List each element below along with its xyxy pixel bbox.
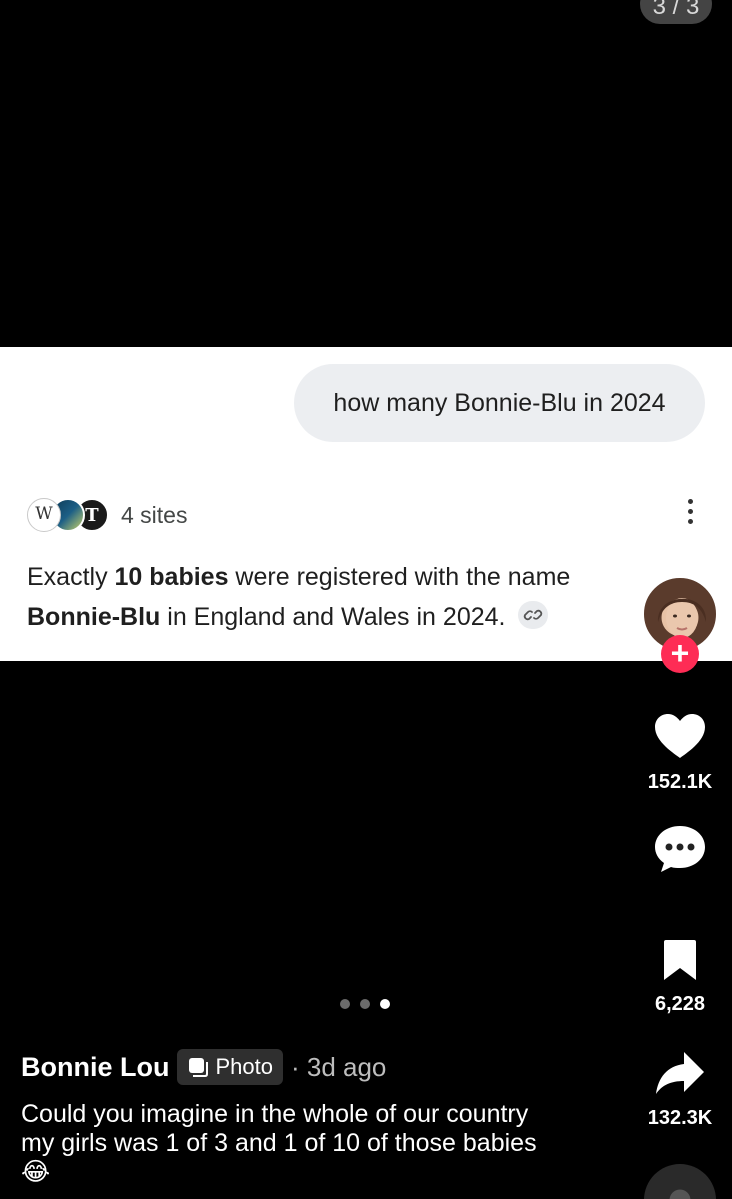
save-count: 6,228 bbox=[654, 993, 706, 1015]
photo-icon bbox=[189, 1058, 209, 1077]
answer-highlight-count: 10 babies bbox=[114, 563, 229, 591]
like-count: 152.1K bbox=[647, 771, 713, 793]
sources-count: 4 sites bbox=[121, 501, 188, 528]
carousel-dot-active[interactable] bbox=[380, 999, 390, 1009]
ai-answer-screenshot: how many Bonnie-Blu in 2024 W T 4 sites … bbox=[0, 347, 732, 661]
answer-highlight-name: Bonnie-Blu bbox=[27, 603, 161, 631]
photo-badge: Photo bbox=[177, 1049, 283, 1085]
photo-badge-label: Photo bbox=[215, 1054, 273, 1079]
tiktok-photo-post: 3 / 3 how many Bonnie-Blu in 2024 W T 4 … bbox=[0, 0, 732, 1199]
heart-icon bbox=[655, 714, 705, 758]
carousel-indicator bbox=[340, 999, 390, 1009]
like-button[interactable]: 152.1K bbox=[640, 712, 720, 794]
author-name[interactable]: Bonnie Lou bbox=[21, 1052, 169, 1083]
answer-text: Exactly 10 babies were registered with t… bbox=[27, 563, 571, 631]
author-row: Bonnie Lou Photo · 3d ago bbox=[21, 1046, 386, 1088]
sources-row: W T 4 sites bbox=[27, 497, 187, 533]
share-arrow-icon bbox=[656, 1052, 704, 1094]
wikipedia-icon: W bbox=[27, 498, 61, 532]
post-age: · 3d ago bbox=[290, 1051, 387, 1082]
save-button[interactable]: 6,228 bbox=[640, 938, 720, 1016]
bookmark-icon bbox=[664, 940, 696, 980]
more-options-icon bbox=[680, 499, 700, 529]
share-count: 132.3K bbox=[647, 1107, 713, 1129]
post-caption: Could you imagine in the whole of our co… bbox=[21, 1100, 537, 1186]
carousel-dot[interactable] bbox=[360, 999, 370, 1009]
follow-button[interactable]: + bbox=[661, 635, 699, 673]
carousel-dot[interactable] bbox=[340, 999, 350, 1009]
share-button[interactable]: 132.3K bbox=[640, 1050, 720, 1130]
comment-icon bbox=[655, 826, 705, 872]
slide-counter: 3 / 3 bbox=[640, 0, 712, 24]
link-icon bbox=[518, 601, 549, 630]
comment-button[interactable] bbox=[640, 824, 720, 879]
user-query-bubble: how many Bonnie-Blu in 2024 bbox=[294, 364, 705, 442]
music-disc[interactable] bbox=[644, 1164, 716, 1199]
